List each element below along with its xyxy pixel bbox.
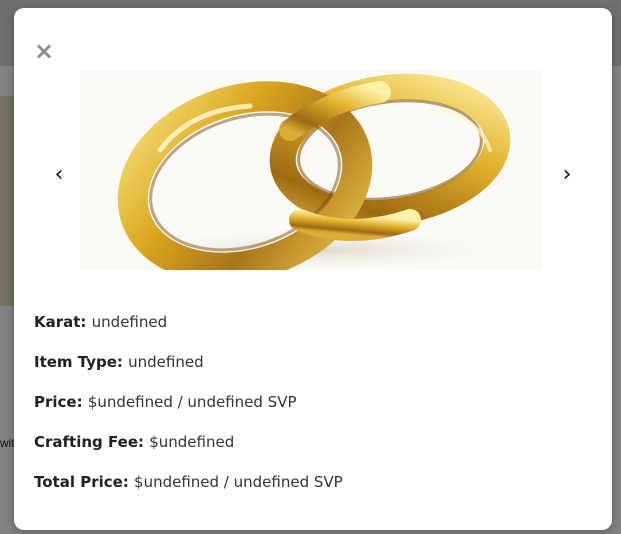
- close-icon[interactable]: ×: [32, 38, 56, 64]
- total-price-label: Total Price:: [34, 473, 135, 491]
- crafting-fee-label: Crafting Fee:: [34, 433, 150, 451]
- carousel-prev-button[interactable]: ‹: [49, 160, 69, 190]
- item-detail-modal: × ‹ › Karat: undefined Item Type: undefi…: [14, 8, 612, 530]
- karat-label: Karat:: [34, 313, 92, 331]
- price-label: Price:: [34, 393, 88, 411]
- ring-image: [80, 70, 542, 270]
- karat-row: Karat: undefined: [34, 313, 167, 331]
- price-value: $undefined / undefined SVP: [87, 393, 297, 411]
- total-price-row: Total Price: $undefined / undefined SVP: [34, 473, 343, 491]
- crafting-fee-row: Crafting Fee: $undefined: [34, 433, 234, 451]
- crafting-fee-value: $undefined: [149, 433, 235, 451]
- item-type-label: Item Type:: [34, 353, 129, 371]
- item-type-value: undefined: [128, 353, 204, 371]
- item-type-row: Item Type: undefined: [34, 353, 204, 371]
- total-price-value: $undefined / undefined SVP: [134, 473, 343, 491]
- price-row: Price: $undefined / undefined SVP: [34, 393, 297, 411]
- gold-rings-illustration: [80, 70, 542, 270]
- carousel-next-button[interactable]: ›: [557, 160, 577, 190]
- karat-value: undefined: [91, 313, 168, 331]
- image-carousel: ‹ ›: [14, 70, 612, 270]
